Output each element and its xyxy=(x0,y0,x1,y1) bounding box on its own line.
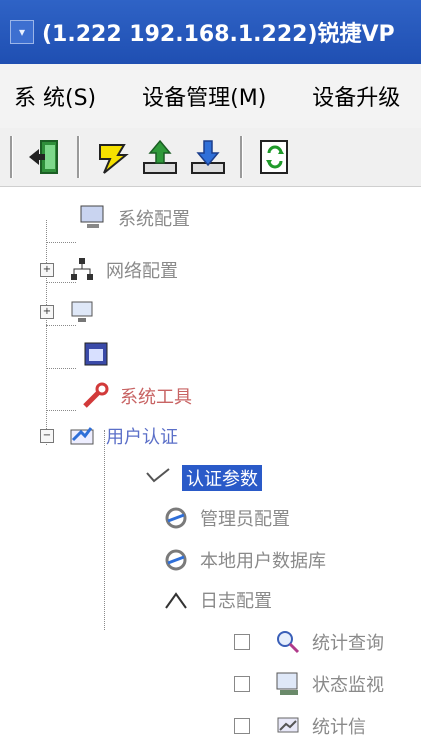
tree-node-label: 本地用户数据库 xyxy=(200,551,326,572)
tree-node-monitor[interactable]: + xyxy=(40,292,106,332)
app-icon[interactable]: ▾ xyxy=(10,20,34,44)
tree-node-label: 日志配置 xyxy=(200,591,272,612)
tree-node-admin[interactable]: 管理员配置 xyxy=(160,498,290,538)
search-icon xyxy=(272,626,304,658)
upload-icon xyxy=(143,139,177,174)
expand-toggle[interactable]: + xyxy=(40,263,54,277)
title-bar: ▾ (1.222 192.168.1.222)锐捷VP xyxy=(0,0,421,64)
tree-node-user-database[interactable]: 本地用户数据库 xyxy=(160,540,326,580)
exit-button[interactable] xyxy=(21,133,69,181)
tree-line xyxy=(46,242,76,243)
download-icon xyxy=(191,140,225,174)
tree-node-label: 统计信 xyxy=(312,717,366,738)
log-icon xyxy=(160,584,192,616)
upload-button[interactable] xyxy=(136,133,184,181)
toolbar-separator xyxy=(77,136,80,178)
tree-node-status[interactable]: 状态监视 xyxy=(234,664,384,704)
tree-node-label: 统计查询 xyxy=(312,633,384,654)
connect-button[interactable] xyxy=(88,133,136,181)
tree-node-label: 管理员配置 xyxy=(200,509,290,530)
toolbar-separator xyxy=(10,136,13,178)
expand-toggle[interactable]: + xyxy=(40,305,54,319)
exit-icon xyxy=(29,140,58,174)
collapse-toggle[interactable]: − xyxy=(40,429,54,443)
tree-node-label: 用户认证 xyxy=(106,427,178,448)
tree-node-user-auth[interactable]: − 用户认证 xyxy=(40,416,178,456)
auth-icon xyxy=(66,420,98,452)
lightning-icon xyxy=(99,144,129,174)
tree-node-auth-params[interactable]: 认证参数 xyxy=(142,458,262,498)
tree-node-label: 状态监视 xyxy=(312,675,384,696)
param-icon xyxy=(142,462,174,494)
tree-node-label: 系统工具 xyxy=(120,387,192,408)
admin-icon xyxy=(160,502,192,534)
tree-root-label: 系统配置 xyxy=(118,209,190,230)
stats-icon xyxy=(272,710,304,742)
tree-line xyxy=(46,410,76,411)
window-title: (1.222 192.168.1.222)锐捷VP xyxy=(42,22,395,47)
toolbar-separator xyxy=(240,136,243,178)
computer-icon xyxy=(78,202,110,234)
tree-node-query[interactable]: 统计查询 xyxy=(234,622,384,662)
menu-system[interactable]: 系 统(S) xyxy=(14,80,96,112)
tree-node-label: 网络配置 xyxy=(106,261,178,282)
tree-node-network[interactable]: + 网络配置 xyxy=(40,250,178,290)
tree-root[interactable]: 系统配置 xyxy=(78,198,190,238)
monitor-icon xyxy=(66,296,98,328)
menu-device-management[interactable]: 设备管理(M) xyxy=(142,80,266,112)
tree-node-stats[interactable]: 统计信 xyxy=(234,706,366,746)
toolbar xyxy=(0,128,421,187)
tree-line xyxy=(104,430,105,630)
checkbox[interactable] xyxy=(234,718,250,734)
menu-bar: 系 统(S) 设备管理(M) 设备升级 xyxy=(0,64,421,129)
database-icon xyxy=(160,544,192,576)
network-icon xyxy=(66,254,98,286)
wrench-icon xyxy=(80,380,112,412)
status-icon xyxy=(272,668,304,700)
tree-node-window[interactable] xyxy=(80,334,120,374)
tree-node-tools[interactable]: 系统工具 xyxy=(80,376,192,416)
refresh-icon xyxy=(260,140,288,174)
tree-line xyxy=(46,368,76,369)
window-icon xyxy=(80,338,112,370)
device-tree: 系统配置 + 网络配置 + 系统工具 − 用户认证 认证参数 管理员配置 本地用… xyxy=(0,190,421,738)
download-button[interactable] xyxy=(184,133,232,181)
tree-node-log[interactable]: 日志配置 xyxy=(160,580,272,620)
tree-node-label: 认证参数 xyxy=(182,465,262,491)
checkbox[interactable] xyxy=(234,634,250,650)
refresh-button[interactable] xyxy=(251,133,299,181)
checkbox[interactable] xyxy=(234,676,250,692)
menu-device-upgrade[interactable]: 设备升级 xyxy=(312,80,400,112)
